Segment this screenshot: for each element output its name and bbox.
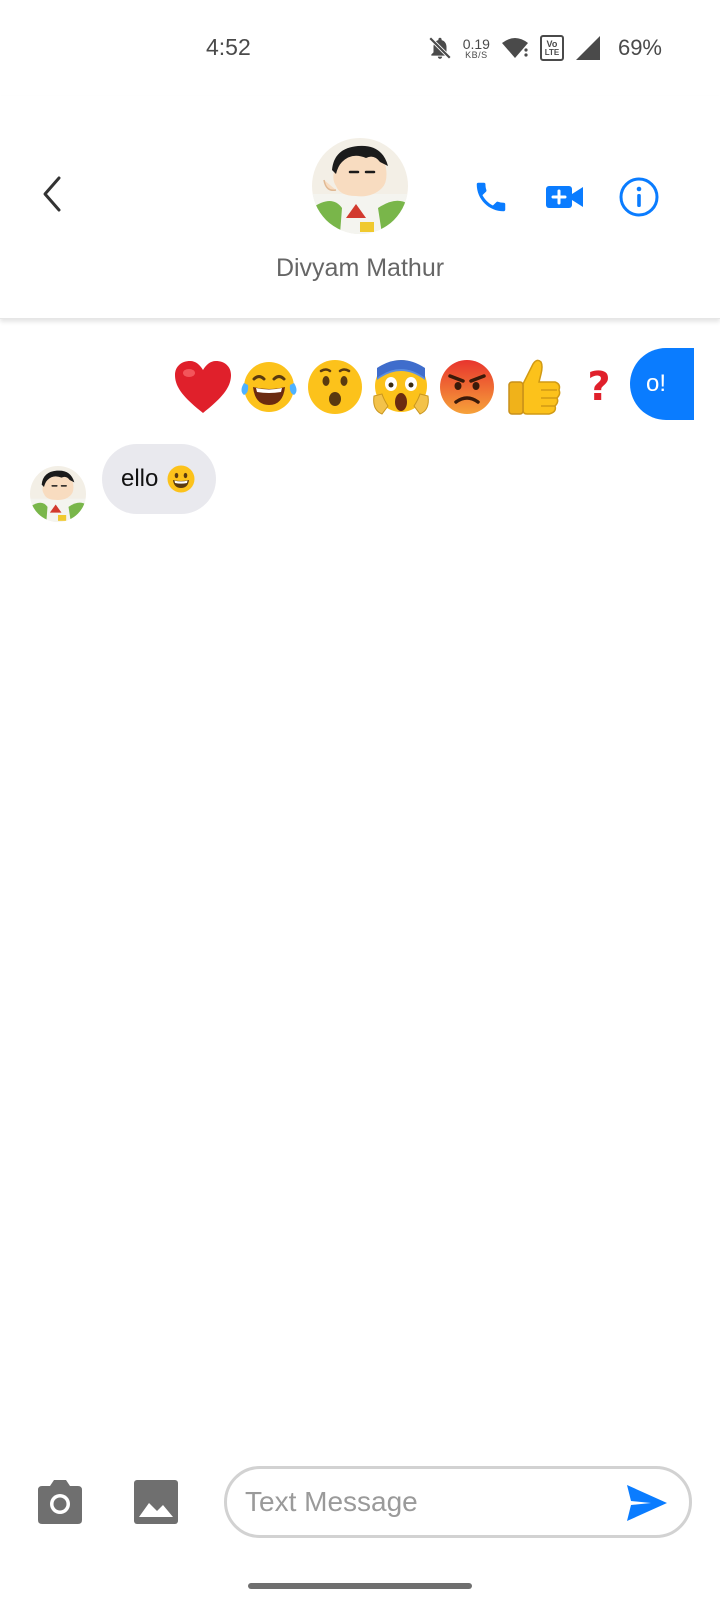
net-speed: 0.19 KB/S — [462, 35, 490, 60]
sender-avatar[interactable] — [30, 466, 86, 522]
send-button[interactable] — [621, 1477, 673, 1529]
info-icon — [619, 177, 659, 217]
angry-face-icon — [440, 360, 494, 414]
camera-icon — [38, 1480, 82, 1524]
voice-call-button[interactable] — [470, 176, 512, 218]
video-call-button[interactable] — [544, 176, 586, 218]
volte-icon: Vo LTE — [539, 35, 564, 61]
screaming-face-icon — [373, 360, 429, 415]
cell-signal-icon — [574, 34, 602, 62]
image-gallery-icon — [134, 1480, 178, 1524]
reaction-surprised[interactable] — [302, 354, 368, 420]
contact-avatar[interactable] — [312, 138, 408, 234]
send-icon — [627, 1485, 667, 1521]
reaction-question[interactable]: ? — [566, 354, 632, 420]
reaction-laugh[interactable] — [236, 354, 302, 420]
incoming-message-text: ello — [121, 465, 159, 492]
thumbs-up-icon — [508, 359, 561, 415]
status-icons: 0.19 KB/S Vo LTE 69% — [427, 30, 662, 66]
camera-button[interactable] — [30, 1472, 90, 1532]
battery-percent: 69% — [617, 35, 662, 60]
contact-name[interactable]: Divyam Mathur — [0, 254, 720, 283]
reaction-picker: ? — [170, 352, 632, 422]
reaction-thumbs-up[interactable] — [500, 354, 566, 420]
bell-off-icon — [427, 35, 453, 61]
conversation-info-button[interactable] — [618, 176, 660, 218]
reaction-screaming[interactable] — [368, 354, 434, 420]
video-call-icon — [546, 186, 583, 208]
surprised-face-icon — [308, 360, 362, 414]
incoming-message[interactable]: ello — [102, 444, 217, 514]
phone-icon — [476, 182, 506, 212]
wifi-icon — [500, 35, 530, 61]
back-button[interactable] — [30, 172, 74, 216]
laugh-tears-icon — [241, 362, 297, 412]
status-bar: 4:52 0.19 KB/S Vo LTE 69% — [0, 0, 720, 96]
messaging-screen: 4:52 0.19 KB/S Vo LTE 69% Divyam Mathur … — [0, 0, 720, 1600]
message-composer — [0, 1450, 720, 1560]
gallery-button[interactable] — [126, 1472, 186, 1532]
reaction-angry[interactable] — [434, 354, 500, 420]
heart-icon — [175, 361, 231, 413]
outgoing-message[interactable]: o! — [630, 348, 694, 420]
reaction-heart[interactable] — [170, 354, 236, 420]
chevron-left-icon — [43, 176, 61, 212]
gesture-nav-handle[interactable] — [248, 1583, 472, 1589]
question-mark-icon: ? — [587, 364, 611, 410]
message-input[interactable] — [243, 1485, 597, 1519]
message-text-field[interactable] — [224, 1466, 692, 1538]
grinning-face-icon — [166, 464, 196, 494]
outgoing-message-text: o! — [646, 370, 667, 397]
status-time: 4:52 — [206, 34, 251, 60]
conversation-header: Divyam Mathur — [0, 96, 720, 319]
